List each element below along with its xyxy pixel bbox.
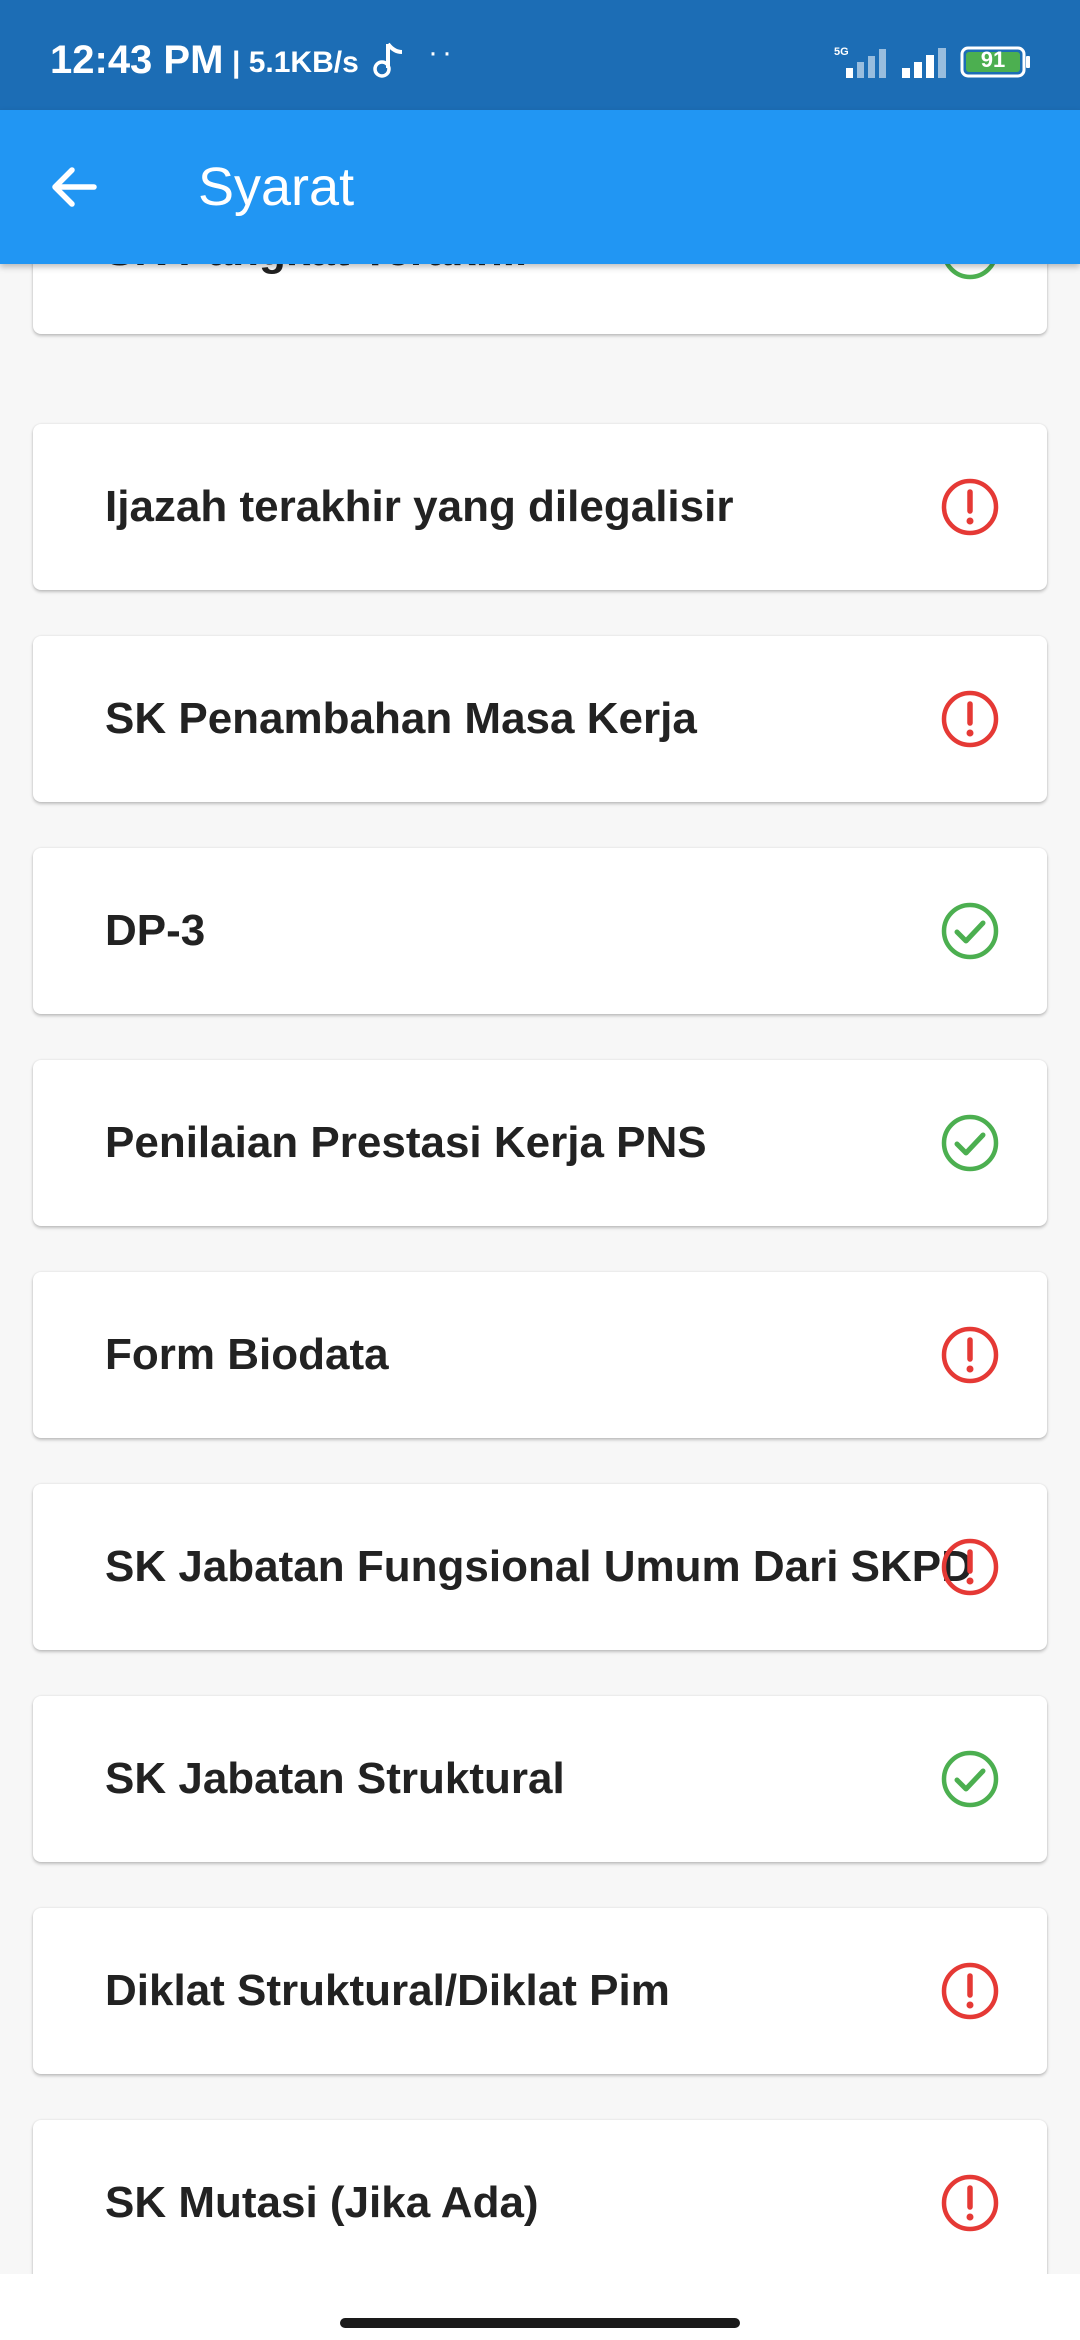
alert-circle-icon [941, 478, 999, 536]
status-more-dots: ·· [428, 36, 456, 69]
status-time: 12:43 PM [50, 38, 224, 82]
list-item-label: Penilaian Prestasi Kerja PNS [105, 1118, 707, 1167]
list-item-label: SK Pangkat Terakhir [105, 264, 532, 334]
status-network-speed: | 5.1KB/s [232, 46, 359, 79]
signal-strength-icon [902, 48, 946, 78]
alert-circle-icon [941, 1326, 999, 1384]
alert-circle-icon [941, 1962, 999, 2020]
requirements-list: SK Pangkat Terakhir Ijazah terakhir yang… [0, 264, 1080, 2274]
check-circle-icon [941, 1750, 999, 1808]
list-item[interactable]: Diklat Struktural/Diklat Pim [33, 1908, 1047, 2074]
list-item-label: SK Jabatan Struktural [105, 1754, 565, 1803]
check-circle-icon [941, 902, 999, 960]
status-bar: 12:43 PM | 5.1KB/s ·· 5G 91 [0, 0, 1080, 110]
list-item[interactable]: SK Penambahan Masa Kerja [33, 636, 1047, 802]
list-item[interactable]: SK Jabatan Struktural [33, 1696, 1047, 1862]
network-badge: 5G [834, 46, 849, 58]
list-item[interactable]: DP-3 [33, 848, 1047, 1014]
alert-circle-icon [941, 2174, 999, 2232]
app-bar: Syarat [0, 110, 1080, 264]
check-circle-icon [941, 1114, 999, 1172]
list-item[interactable]: SK Mutasi (Jika Ada) [33, 2120, 1047, 2274]
list-item[interactable]: SK Pangkat Terakhir [33, 264, 1047, 334]
check-circle-icon [944, 264, 996, 280]
list-item-label: SK Mutasi (Jika Ada) [105, 2178, 539, 2227]
list-item-label: Diklat Struktural/Diklat Pim [105, 1966, 670, 2015]
alert-circle-icon [941, 690, 999, 748]
back-arrow-icon[interactable] [44, 156, 106, 218]
alert-circle-icon [941, 1538, 999, 1596]
list-item-label: SK Penambahan Masa Kerja [105, 694, 697, 743]
battery-level: 91 [980, 47, 1006, 72]
signal-5g-icon: 5G [834, 46, 886, 78]
list-item-label: Ijazah terakhir yang dilegalisir [105, 482, 734, 531]
list-item[interactable]: Penilaian Prestasi Kerja PNS [33, 1060, 1047, 1226]
music-note-icon [373, 42, 403, 78]
list-item-label: DP-3 [105, 906, 206, 955]
list-item[interactable]: SK Jabatan Fungsional Umum Dari SKPD [33, 1484, 1047, 1650]
navigation-bar [0, 2274, 1080, 2340]
list-item[interactable]: Ijazah terakhir yang dilegalisir [33, 424, 1047, 590]
list-item[interactable]: Form Biodata [33, 1272, 1047, 1438]
home-gesture-bar[interactable] [340, 2318, 740, 2328]
list-item-label: SK Jabatan Fungsional Umum Dari SKPD [105, 1542, 973, 1591]
list-item-label: Form Biodata [105, 1330, 389, 1379]
page-title: Syarat [198, 157, 355, 217]
